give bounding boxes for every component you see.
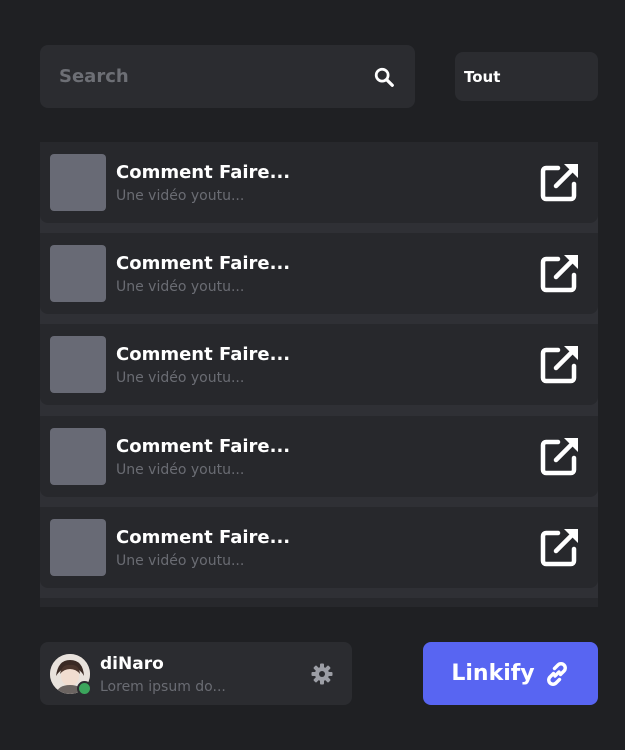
list-item[interactable]: Comment Faire... Une vidéo youtu...	[40, 324, 598, 405]
list-item[interactable]: Comment Faire... Une vidéo youtu...	[40, 507, 598, 588]
app: Tout Comment Faire... Une vidéo youtu...…	[0, 0, 625, 750]
external-link-icon[interactable]	[538, 342, 582, 386]
user-status-text: Lorem ipsum do...	[100, 679, 226, 695]
item-title: Comment Faire...	[116, 253, 291, 274]
gear-icon[interactable]	[310, 662, 334, 686]
item-subtitle: Une vidéo youtu...	[116, 462, 245, 478]
online-status-dot	[77, 681, 92, 696]
linkify-button[interactable]: Linkify	[423, 642, 598, 705]
external-link-icon[interactable]	[538, 160, 582, 204]
video-list[interactable]: Comment Faire... Une vidéo youtu... Comm…	[40, 142, 598, 607]
user-card: diNaro Lorem ipsum do...	[40, 642, 352, 705]
linkify-label: Linkify	[451, 661, 535, 686]
list-item-partial[interactable]	[40, 598, 598, 607]
item-title: Comment Faire...	[116, 162, 291, 183]
search-input[interactable]	[40, 44, 372, 109]
thumbnail	[50, 336, 106, 393]
external-link-icon[interactable]	[538, 525, 582, 569]
thumbnail	[50, 428, 106, 485]
search-box	[40, 44, 415, 109]
item-title: Comment Faire...	[116, 436, 291, 457]
item-subtitle: Une vidéo youtu...	[116, 279, 245, 295]
item-subtitle: Une vidéo youtu...	[116, 370, 245, 386]
list-item[interactable]: Comment Faire... Une vidéo youtu...	[40, 416, 598, 497]
item-subtitle: Une vidéo youtu...	[116, 188, 245, 204]
link-icon	[544, 661, 570, 687]
thumbnail	[50, 519, 106, 576]
list-item[interactable]: Comment Faire... Une vidéo youtu...	[40, 142, 598, 223]
filter-selected-label: Tout	[464, 67, 501, 86]
thumbnail	[50, 154, 106, 211]
user-name: diNaro	[100, 654, 164, 674]
filter-select[interactable]: Tout	[455, 52, 598, 101]
external-link-icon[interactable]	[538, 434, 582, 478]
list-item[interactable]: Comment Faire... Une vidéo youtu...	[40, 233, 598, 314]
item-subtitle: Une vidéo youtu...	[116, 553, 245, 569]
thumbnail	[50, 245, 106, 302]
item-title: Comment Faire...	[116, 527, 291, 548]
item-title: Comment Faire...	[116, 344, 291, 365]
external-link-icon[interactable]	[538, 251, 582, 295]
search-icon[interactable]	[372, 65, 396, 89]
